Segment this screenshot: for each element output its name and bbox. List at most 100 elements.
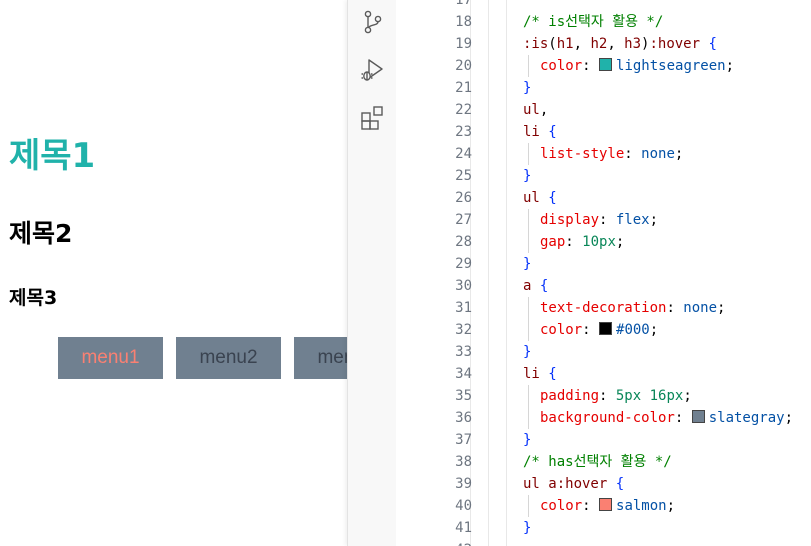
code-line[interactable]: 38 /* has선택자 활용 */ bbox=[396, 451, 811, 473]
code-text: color: #000; bbox=[540, 319, 658, 341]
code-text: /* is선택자 활용 */ bbox=[523, 11, 663, 33]
code-token: color bbox=[540, 322, 583, 338]
code-token: /* is선택자 활용 */ bbox=[523, 14, 664, 30]
indent-guide bbox=[528, 297, 529, 319]
indent-guide bbox=[528, 209, 529, 231]
code-text: li { bbox=[523, 121, 557, 143]
code-token: salmon bbox=[616, 498, 667, 514]
code-line[interactable]: 35 padding: 5px 16px; bbox=[396, 385, 811, 407]
code-line[interactable]: 21} bbox=[396, 77, 811, 99]
code-line[interactable]: 23 li { bbox=[396, 121, 811, 143]
code-line[interactable]: 40 color: salmon; bbox=[396, 495, 811, 517]
code-token: h3 bbox=[624, 36, 642, 52]
heading-2[interactable]: 제목2 bbox=[9, 214, 72, 254]
code-line[interactable]: 24 list-style: none; bbox=[396, 143, 811, 165]
line-number: 41 bbox=[455, 520, 472, 536]
menu-link-1[interactable]: menu1 bbox=[81, 347, 139, 369]
line-number: 38 bbox=[455, 454, 472, 470]
code-text: padding: 5px 16px; bbox=[540, 385, 692, 407]
code-text: /* has선택자 활용 */ bbox=[523, 451, 672, 473]
line-number: 29 bbox=[455, 256, 472, 272]
indent-guide bbox=[528, 407, 529, 429]
line-number: 32 bbox=[455, 322, 472, 338]
code-token: : bbox=[582, 322, 600, 338]
code-token: /* has선택자 활용 */ bbox=[523, 454, 672, 470]
code-token: } bbox=[523, 256, 532, 272]
menu-link-3[interactable]: menu3 bbox=[317, 347, 347, 369]
code-token: :is bbox=[523, 36, 549, 52]
code-token: : bbox=[674, 410, 692, 426]
extensions-icon[interactable] bbox=[360, 105, 386, 131]
code-line[interactable]: 33} bbox=[396, 341, 811, 363]
color-swatch-icon[interactable] bbox=[599, 58, 613, 71]
code-token: :hover bbox=[649, 36, 701, 52]
menu-item-3: menu3 bbox=[294, 337, 347, 379]
indent-guide bbox=[528, 143, 529, 165]
code-line[interactable]: 30 a { bbox=[396, 275, 811, 297]
code-editor[interactable]: 17 18 /* is선택자 활용 */ 19:is(h1, h2, h3):hove… bbox=[396, 0, 811, 546]
code-token: #000 bbox=[616, 322, 650, 338]
code-token: ; bbox=[674, 146, 684, 162]
activity-bar bbox=[347, 0, 397, 546]
line-number: 23 bbox=[455, 124, 472, 140]
code-token: } bbox=[523, 168, 532, 184]
code-text: text-decoration: none; bbox=[540, 297, 725, 319]
code-line[interactable]: 39 ul a:hover { bbox=[396, 473, 811, 495]
heading-1[interactable]: 제목1 bbox=[9, 132, 95, 180]
code-line[interactable]: 17 bbox=[396, 0, 811, 11]
color-swatch-icon[interactable] bbox=[599, 498, 613, 511]
code-text: display: flex; bbox=[540, 209, 658, 231]
code-token: flex bbox=[615, 212, 650, 228]
code-token: ; bbox=[725, 58, 735, 74]
menu-link-2[interactable]: menu2 bbox=[199, 347, 257, 369]
code-token: : bbox=[599, 388, 616, 404]
code-token: list-style bbox=[540, 146, 625, 162]
code-line[interactable]: 41} bbox=[396, 517, 811, 539]
line-number: 36 bbox=[455, 410, 472, 426]
line-number: 37 bbox=[455, 432, 472, 448]
code-line[interactable]: 32 color: #000; bbox=[396, 319, 811, 341]
code-line[interactable]: 34 li { bbox=[396, 363, 811, 385]
heading-3[interactable]: 제목3 bbox=[9, 283, 57, 313]
code-line[interactable]: 19:is(h1, h2, h3):hover { bbox=[396, 33, 811, 55]
code-line[interactable]: 42 bbox=[396, 539, 811, 546]
code-line[interactable]: 26 ul { bbox=[396, 187, 811, 209]
code-line[interactable]: 37} bbox=[396, 429, 811, 451]
code-text: } bbox=[523, 253, 531, 275]
indent-guide bbox=[528, 55, 529, 77]
code-line[interactable]: 18 /* is선택자 활용 */ bbox=[396, 11, 811, 33]
code-token: none bbox=[641, 146, 675, 162]
line-number: 18 bbox=[455, 14, 472, 30]
code-token: { bbox=[548, 124, 557, 140]
code-line[interactable]: 36 background-color: slategray; bbox=[396, 407, 811, 429]
code-line[interactable]: 20 color: lightseagreen; bbox=[396, 55, 811, 77]
code-token: ; bbox=[717, 300, 726, 316]
source-control-icon[interactable] bbox=[360, 9, 386, 35]
code-line[interactable]: 22 ul, bbox=[396, 99, 811, 121]
code-line[interactable]: 29} bbox=[396, 253, 811, 275]
code-token: text-decoration bbox=[540, 300, 667, 316]
color-swatch-icon[interactable] bbox=[599, 322, 613, 335]
preview-pane: 제목1 제목2 제목3 menu1 menu2 menu3 bbox=[0, 0, 347, 546]
indent-guide bbox=[528, 319, 529, 341]
line-number: 33 bbox=[455, 344, 472, 360]
color-swatch-icon[interactable] bbox=[691, 410, 705, 423]
line-number: 39 bbox=[455, 476, 472, 492]
code-token: slategray bbox=[708, 410, 785, 426]
line-number: 30 bbox=[455, 278, 472, 294]
run-debug-icon[interactable] bbox=[360, 57, 386, 83]
code-line[interactable]: 25} bbox=[396, 165, 811, 187]
code-token: ul bbox=[523, 190, 540, 206]
code-line[interactable]: 31 text-decoration: none; bbox=[396, 297, 811, 319]
code-token: , bbox=[573, 36, 591, 52]
code-line[interactable]: 27 display: flex; bbox=[396, 209, 811, 231]
menu-item-1: menu1 bbox=[58, 337, 163, 379]
code-token: } bbox=[523, 344, 532, 360]
code-token: : bbox=[599, 212, 616, 228]
indent-guide bbox=[528, 231, 529, 253]
code-line[interactable]: 28 gap: 10px; bbox=[396, 231, 811, 253]
code-text: background-color: slategray; bbox=[540, 407, 793, 429]
line-number: 22 bbox=[455, 102, 472, 118]
code-text: } bbox=[523, 165, 531, 187]
